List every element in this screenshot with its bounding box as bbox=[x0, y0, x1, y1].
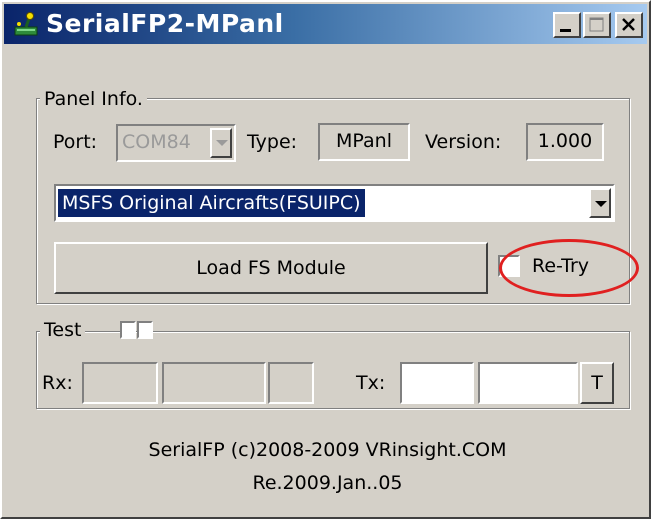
joystick-icon[interactable] bbox=[12, 10, 40, 38]
tx-send-button[interactable]: T bbox=[580, 362, 614, 404]
title-bar[interactable]: SerialFP2-MPanl bbox=[4, 4, 647, 44]
window-title: SerialFP2-MPanl bbox=[46, 9, 284, 38]
maximize-button[interactable] bbox=[583, 12, 611, 38]
rx-field-2 bbox=[162, 362, 266, 404]
version-field: 1.000 bbox=[526, 123, 604, 161]
rx-field-1 bbox=[82, 362, 158, 404]
close-icon bbox=[622, 18, 635, 31]
maximize-icon bbox=[589, 17, 604, 32]
load-fs-module-button[interactable]: Load FS Module bbox=[54, 242, 488, 294]
tx-field-2[interactable] bbox=[478, 362, 578, 404]
port-combo[interactable]: COM84 bbox=[116, 124, 236, 162]
rx-field-3 bbox=[268, 362, 314, 404]
version-value: 1.000 bbox=[537, 130, 593, 152]
test-legend: Test bbox=[40, 318, 86, 342]
panel-info-legend: Panel Info. bbox=[40, 87, 147, 111]
type-field: MPanl bbox=[318, 123, 410, 161]
test-indicator-1 bbox=[120, 321, 136, 339]
tx-label: Tx: bbox=[356, 372, 386, 394]
tx-send-label: T bbox=[591, 372, 603, 394]
minimize-icon bbox=[560, 29, 571, 32]
type-label: Type: bbox=[247, 131, 298, 153]
minimize-button[interactable] bbox=[553, 12, 581, 38]
type-value: MPanl bbox=[336, 130, 392, 152]
chevron-down-icon bbox=[216, 140, 228, 146]
chevron-down-icon bbox=[595, 201, 607, 207]
tx-field-1[interactable] bbox=[400, 362, 474, 404]
port-label: Port: bbox=[53, 131, 98, 153]
version-label: Version: bbox=[425, 131, 502, 153]
load-fs-module-label: Load FS Module bbox=[196, 257, 346, 279]
aircraft-dropdown-button[interactable] bbox=[589, 188, 611, 218]
rx-label: Rx: bbox=[42, 372, 73, 394]
highlight-ellipse bbox=[499, 239, 639, 297]
test-indicator-2 bbox=[137, 321, 153, 339]
aircraft-selected-value: MSFS Original Aircrafts(FSUIPC) bbox=[58, 189, 365, 217]
app-window: SerialFP2-MPanl Panel Info. Port: COM84 bbox=[0, 0, 651, 519]
copyright-text: SerialFP (c)2008-2009 VRinsight.COM bbox=[148, 439, 507, 461]
aircraft-select[interactable]: MSFS Original Aircrafts(FSUIPC) bbox=[54, 184, 615, 222]
port-value: COM84 bbox=[122, 131, 191, 153]
close-button[interactable] bbox=[615, 12, 643, 38]
port-dropdown-button[interactable] bbox=[210, 128, 232, 158]
release-text: Re.2009.Jan..05 bbox=[252, 472, 403, 494]
